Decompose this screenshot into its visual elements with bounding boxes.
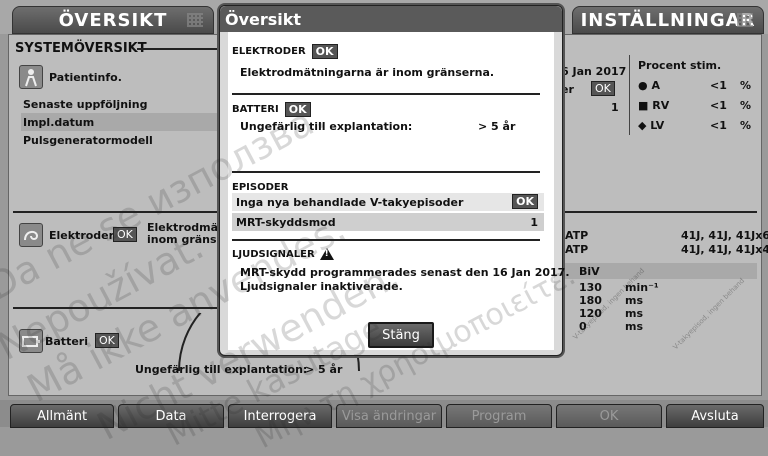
atp-value: 41J, 41J, 41Jx4 — [681, 243, 768, 256]
sound-header-text: LJUDSIGNALER — [232, 248, 315, 260]
battery-section-header: BATTERI OK — [232, 102, 311, 117]
biv-value: 120 — [579, 307, 602, 320]
overview-dialog: Översikt ELEKTRODER OK Elektrodmätningar… — [219, 5, 570, 356]
tab-overview-label: ÖVERSIKT — [58, 9, 168, 31]
person-icon — [19, 65, 43, 89]
leads-icon — [19, 223, 43, 247]
pct-unit-a: % — [740, 79, 752, 92]
battery-label: Batteri — [45, 335, 88, 348]
pct-value-lv: <1 — [710, 119, 727, 132]
biv-unit: min⁻¹ — [625, 281, 659, 294]
patient-info-label: Patientinfo. — [49, 71, 122, 84]
battery-header-text: BATTERI — [232, 104, 279, 115]
dialog-divider — [232, 93, 540, 95]
battery-ok-badge: OK — [95, 333, 119, 348]
tab-settings-label: INSTÄLLNINGAR — [580, 9, 756, 31]
episode-row-label: Inga nya behandlade V-takyepisoder — [236, 195, 464, 209]
biv-value: 0 — [579, 320, 587, 333]
status-ok-badge: OK — [591, 81, 615, 96]
grid-icon — [187, 13, 203, 27]
biv-unit: ms — [625, 307, 644, 320]
episode-ok-badge: OK — [512, 194, 538, 209]
battery-ok-badge: OK — [284, 102, 311, 117]
pct-label-rv: ■ RV — [638, 99, 670, 112]
sound-text: Ljudsignaler inaktiverade. — [240, 280, 403, 293]
biv-label: BiV — [579, 265, 600, 278]
episode-row-value: 1 — [530, 215, 538, 229]
sound-text: MRT-skydd programmerades senast den 16 J… — [240, 266, 570, 279]
battery-button[interactable]: Batteri OK — [19, 327, 139, 355]
system-overview-title: SYSTEMÖVERSIKT — [15, 41, 147, 56]
leads-header-text: ELEKTRODER — [232, 46, 306, 57]
title-divider — [137, 48, 219, 50]
exit-button[interactable]: Avsluta — [666, 404, 764, 428]
patient-info-button[interactable]: Patientinfo. — [19, 63, 199, 91]
battery-explant-value: > 5 år — [478, 120, 516, 133]
dialog-divider — [232, 171, 540, 173]
general-button[interactable]: Allmänt — [10, 404, 114, 428]
leads-ok-badge: OK — [113, 227, 137, 242]
pct-value-rv: <1 — [710, 99, 727, 112]
section-divider — [13, 307, 219, 309]
close-button[interactable]: Stäng — [368, 322, 434, 348]
pct-label-lv: ◆ LV — [638, 119, 665, 132]
episode-row: Inga nya behandlade V-takyepisoder OK — [232, 193, 544, 211]
list-item: Pulsgeneratormodell — [23, 133, 153, 147]
warning-icon — [319, 248, 334, 260]
atp-value: 41J, 41J, 41Jx6 — [681, 229, 768, 242]
leads-button[interactable]: Elektroder OK Elektrodmätr inom gränser — [19, 219, 229, 249]
leads-section-header: ELEKTRODER OK — [232, 44, 338, 59]
atp-label: ATP — [565, 229, 589, 242]
atp-label: ATP — [565, 243, 589, 256]
last-followup-date: 6 Jan 2017 — [561, 65, 627, 78]
battery-explant-label: Ungefärlig till explantation: — [240, 120, 413, 133]
leads-text: inom gränser — [147, 233, 230, 246]
battery-explant-value: > 5 år — [305, 363, 343, 376]
pct-label-a: ● A — [638, 79, 660, 92]
interrogate-button[interactable]: Interrogera — [228, 404, 332, 428]
biv-unit: ms — [625, 294, 644, 307]
dialog-title: Översikt — [220, 6, 562, 32]
biv-value: 130 — [579, 281, 602, 294]
percent-stim-box: Procent stim. ● A <1 % ■ RV <1 % ◆ LV <1… — [629, 55, 758, 135]
battery-icon — [19, 329, 43, 353]
pct-unit-rv: % — [740, 99, 752, 112]
section-divider — [555, 211, 757, 213]
tab-settings[interactable]: INSTÄLLNINGAR — [572, 6, 764, 34]
pct-value-a: <1 — [710, 79, 727, 92]
sound-section-header: LJUDSIGNALER — [232, 248, 334, 260]
program-button[interactable]: Program — [446, 404, 552, 428]
section-divider — [13, 211, 219, 213]
ok-button[interactable]: OK — [556, 404, 662, 428]
leads-status-text: Elektrodmätningarna är inom gränserna. — [240, 66, 495, 79]
pct-unit-lv: % — [740, 119, 752, 132]
view-changes-button[interactable]: Visa ändringar — [336, 404, 442, 428]
biv-unit: ms — [625, 320, 644, 333]
list-item: Senaste uppföljning — [23, 97, 148, 111]
episode-row-label: MRT-skyddsmod — [236, 215, 336, 229]
episode-row: MRT-skyddsmod 1 — [232, 213, 544, 231]
list-item: Impl.datum — [21, 113, 223, 131]
episodes-section-header: EPISODER — [232, 182, 289, 193]
leads-label: Elektroder — [49, 229, 115, 242]
data-button[interactable]: Data — [118, 404, 224, 428]
count-value: 1 — [611, 101, 619, 114]
percent-stim-title: Procent stim. — [638, 59, 722, 72]
leads-ok-badge: OK — [311, 44, 338, 59]
tab-overview[interactable]: ÖVERSIKT — [12, 6, 214, 34]
dialog-divider — [232, 239, 540, 241]
dialog-body: ELEKTRODER OK Elektrodmätningarna är ino… — [228, 32, 570, 350]
grid-icon — [737, 13, 753, 27]
battery-explant-label: Ungefärlig till explantation: — [135, 363, 308, 376]
biv-value: 180 — [579, 294, 602, 307]
